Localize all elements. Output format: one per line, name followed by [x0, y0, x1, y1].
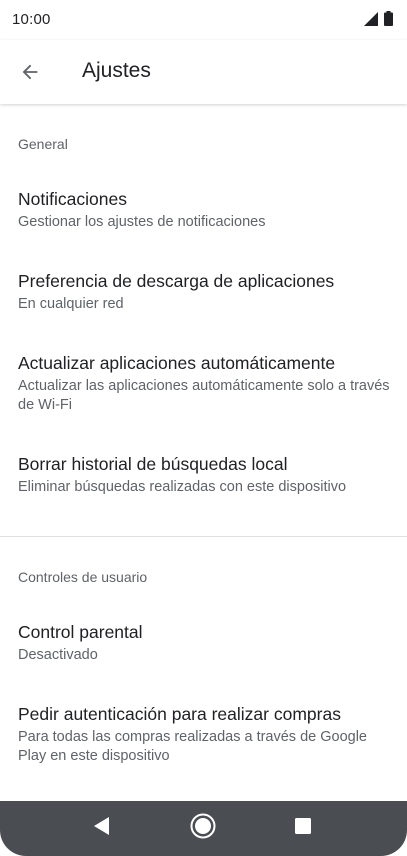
- setting-item-title: Control parental: [18, 622, 143, 642]
- setting-item-title: Preferencia de descarga de aplicaciones: [18, 271, 335, 291]
- nav-home-button[interactable]: [173, 801, 233, 856]
- signal-icon: [364, 11, 378, 31]
- setting-item-title: Pedir autenticación para realizar compra…: [18, 704, 341, 724]
- setting-item-control-parental[interactable]: Control parental Desactivado: [0, 613, 407, 677]
- setting-item-subtitle: En cualquier red: [18, 296, 124, 312]
- setting-item-preferencia-descarga[interactable]: Preferencia de descarga de aplicaciones …: [0, 262, 407, 326]
- back-button[interactable]: [14, 58, 46, 90]
- setting-item-subtitle: Eliminar búsquedas realizadas con este d…: [18, 479, 347, 495]
- section-header-controles-usuario: Controles de usuario: [18, 569, 148, 585]
- page-title: Ajustes: [82, 59, 151, 82]
- setting-item-notificaciones[interactable]: Notificaciones Gestionar los ajustes de …: [0, 180, 407, 244]
- setting-item-subtitle: Desactivado: [18, 647, 98, 663]
- status-bar: 10:00: [0, 0, 407, 40]
- back-triangle-icon: [94, 817, 110, 840]
- setting-item-title: Notificaciones: [18, 189, 127, 209]
- setting-item-title: Borrar historial de búsquedas local: [18, 454, 288, 474]
- nav-back-button[interactable]: [72, 801, 132, 856]
- battery-icon: [384, 11, 393, 31]
- status-icons: [364, 11, 393, 31]
- setting-item-actualizar-aplicaciones[interactable]: Actualizar aplicaciones automáticamente …: [0, 344, 407, 424]
- arrow-back-icon: [19, 61, 41, 88]
- section-header-general: General: [18, 136, 68, 152]
- setting-item-pedir-autenticacion[interactable]: Pedir autenticación para realizar compra…: [0, 695, 407, 775]
- setting-item-title: Actualizar aplicaciones automáticamente: [18, 353, 336, 373]
- setting-item-subtitle: Actualizar las aplicaciones automáticame…: [18, 378, 390, 413]
- recents-square-icon: [295, 818, 311, 839]
- navigation-bar: [0, 801, 407, 856]
- status-time: 10:00: [12, 11, 51, 28]
- setting-item-borrar-historial[interactable]: Borrar historial de búsquedas local Elim…: [0, 445, 407, 509]
- home-circle-icon: [190, 813, 216, 844]
- section-divider: [0, 536, 407, 537]
- setting-item-subtitle: Para todas las compras realizadas a trav…: [18, 729, 367, 764]
- nav-recents-button[interactable]: [273, 801, 333, 856]
- setting-item-subtitle: Gestionar los ajustes de notificaciones: [18, 214, 266, 230]
- app-bar: Ajustes: [0, 40, 407, 104]
